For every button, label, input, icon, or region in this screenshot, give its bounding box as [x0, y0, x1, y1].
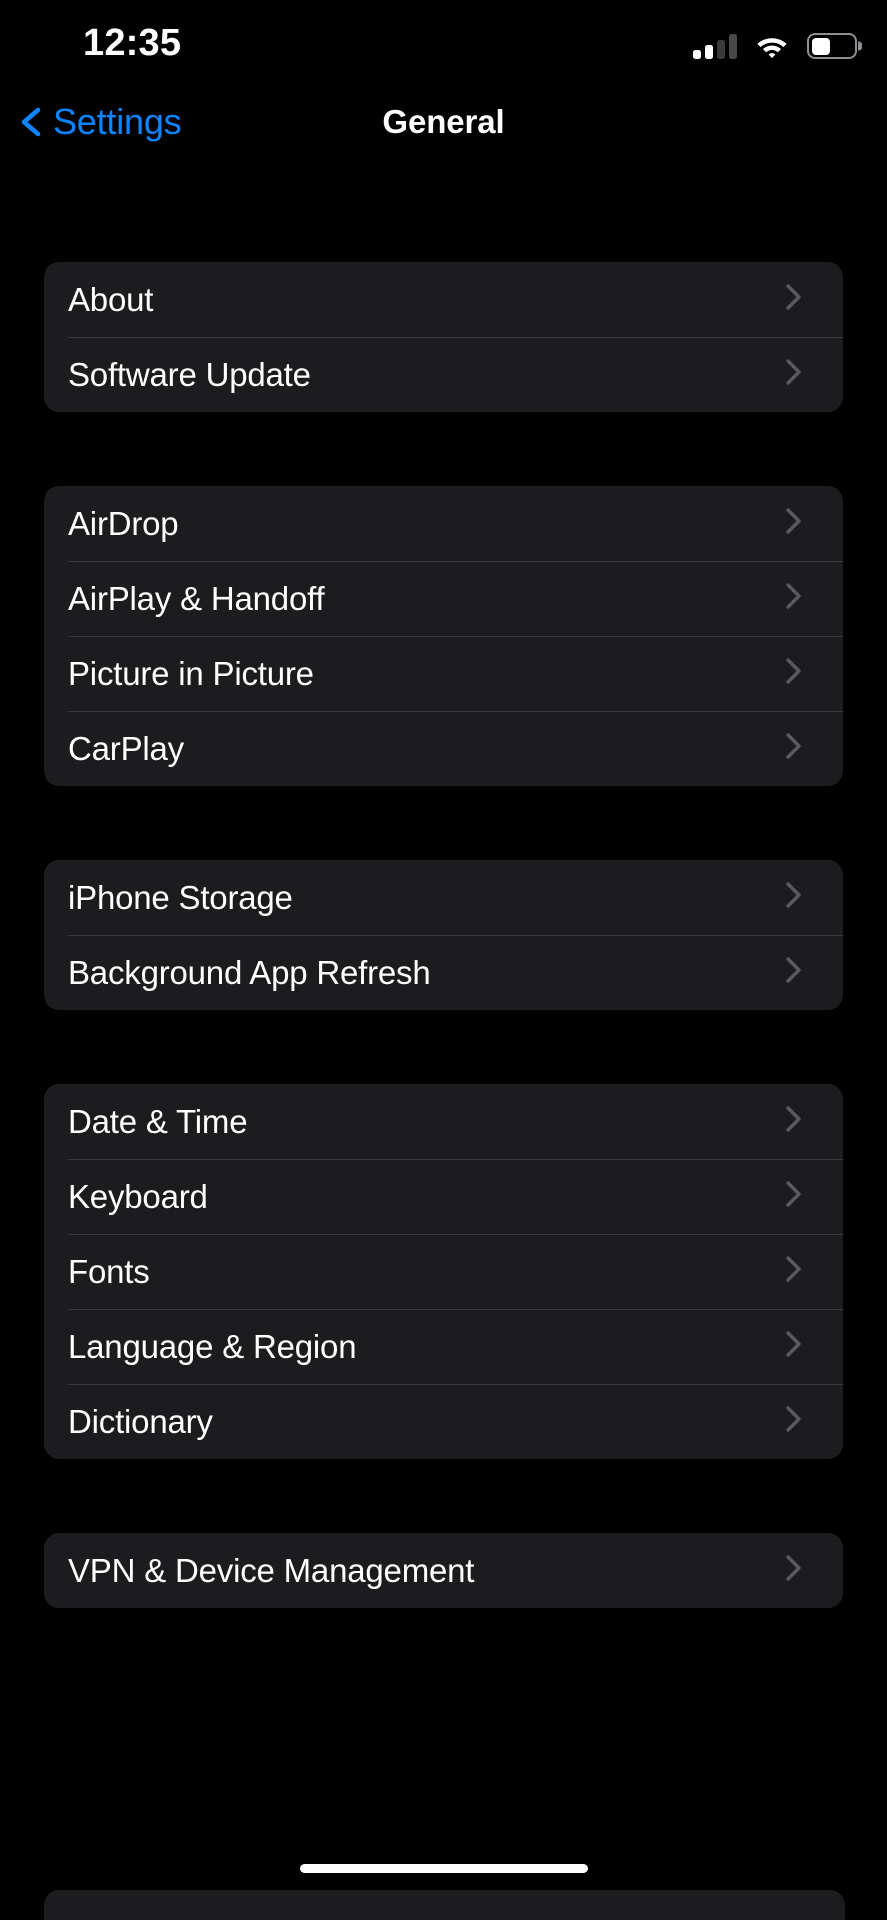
- signal-bars-icon: [693, 33, 737, 59]
- settings-row[interactable]: Language & Region: [44, 1309, 843, 1384]
- settings-row[interactable]: iPhone Storage: [44, 860, 843, 935]
- settings-row-label: AirDrop: [68, 504, 179, 542]
- chevron-right-icon: [785, 581, 821, 616]
- chevron-right-icon: [785, 282, 821, 317]
- settings-row-label: Fonts: [68, 1252, 150, 1290]
- page-title: General: [382, 103, 505, 140]
- settings-row[interactable]: Background App Refresh: [44, 935, 843, 1010]
- chevron-right-icon: [785, 1553, 821, 1588]
- settings-group: iPhone Storage Background App Refresh: [44, 860, 843, 1010]
- chevron-right-icon: [785, 357, 821, 392]
- settings-group: Date & Time Keyboard Fonts Language & Regio…: [44, 1084, 843, 1459]
- status-bar-indicators: [693, 27, 857, 59]
- chevron-right-icon: [785, 955, 821, 990]
- settings-row[interactable]: AirPlay & Handoff: [44, 561, 843, 636]
- settings-row-label: Software Update: [68, 355, 311, 393]
- settings-row-label: Background App Refresh: [68, 953, 431, 991]
- status-bar-time: 12:35: [83, 22, 182, 64]
- settings-group: VPN & Device Management: [44, 1533, 843, 1608]
- settings-row-label: Keyboard: [68, 1177, 208, 1215]
- chevron-right-icon: [785, 506, 821, 541]
- chevron-right-icon: [785, 1179, 821, 1214]
- settings-row[interactable]: Fonts: [44, 1234, 843, 1309]
- settings-row-label: iPhone Storage: [68, 878, 293, 916]
- settings-list: About Software Update AirDrop AirPlay & Han…: [0, 160, 887, 1682]
- chevron-right-icon: [785, 1329, 821, 1364]
- settings-row-label: About: [68, 280, 154, 318]
- settings-row-label: Date & Time: [68, 1102, 248, 1140]
- home-indicator[interactable]: [299, 1864, 588, 1873]
- settings-row-label: CarPlay: [68, 729, 184, 767]
- settings-row-label: Language & Region: [68, 1327, 357, 1365]
- navigation-bar: Settings General: [0, 84, 887, 160]
- battery-icon: [807, 33, 857, 59]
- chevron-right-icon: [785, 656, 821, 691]
- settings-row-label: AirPlay & Handoff: [68, 579, 325, 617]
- iphone-settings-general-screen: 12:35 Settings General About Software Up…: [0, 0, 887, 1920]
- settings-row[interactable]: Keyboard: [44, 1159, 843, 1234]
- settings-row[interactable]: Software Update: [44, 337, 843, 412]
- settings-row[interactable]: CarPlay: [44, 711, 843, 786]
- settings-row[interactable]: AirDrop: [44, 486, 843, 561]
- wifi-icon: [754, 33, 790, 59]
- status-bar: 12:35: [0, 0, 887, 84]
- chevron-right-icon: [785, 880, 821, 915]
- settings-row-label: Dictionary: [68, 1402, 213, 1440]
- chevron-right-icon: [785, 731, 821, 766]
- chevron-right-icon: [785, 1404, 821, 1439]
- settings-row-label: VPN & Device Management: [68, 1551, 475, 1589]
- chevron-right-icon: [785, 1104, 821, 1139]
- settings-row-label: Picture in Picture: [68, 654, 314, 692]
- settings-row[interactable]: Dictionary: [44, 1384, 843, 1459]
- settings-row[interactable]: VPN & Device Management: [44, 1533, 843, 1608]
- settings-row[interactable]: Date & Time: [44, 1084, 843, 1159]
- settings-row[interactable]: Picture in Picture: [44, 636, 843, 711]
- settings-group: About Software Update: [44, 262, 843, 412]
- next-group-peek[interactable]: [44, 1890, 845, 1920]
- settings-row[interactable]: About: [44, 262, 843, 337]
- chevron-right-icon: [785, 1254, 821, 1289]
- settings-group: AirDrop AirPlay & Handoff Picture in Pictu…: [44, 486, 843, 786]
